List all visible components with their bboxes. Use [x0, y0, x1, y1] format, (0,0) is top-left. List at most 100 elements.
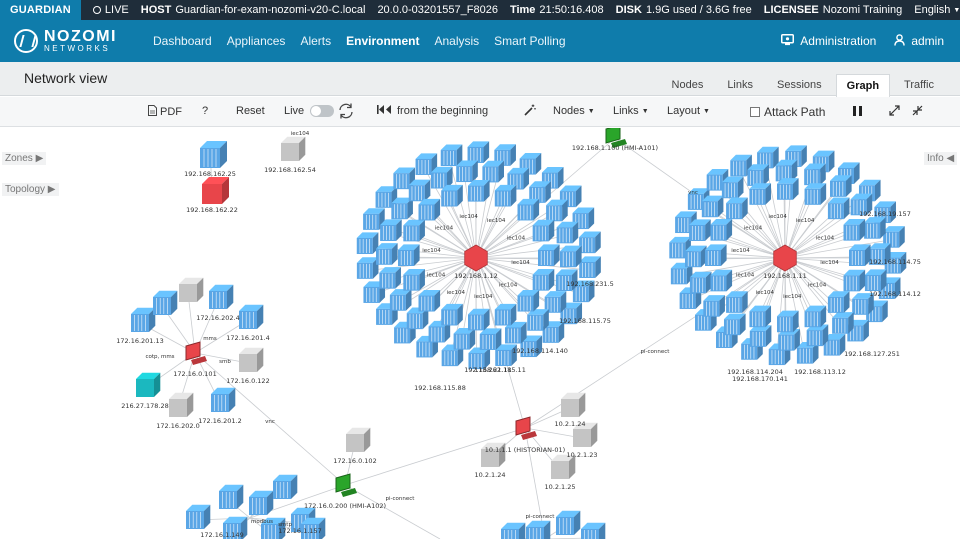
bottom-center-node[interactable]	[581, 522, 606, 539]
right-cluster-node[interactable]	[705, 244, 727, 266]
central-cluster-node[interactable]	[440, 144, 463, 167]
central-cluster-node[interactable]	[579, 256, 601, 278]
tab-graph[interactable]: Graph	[835, 74, 891, 98]
central-cluster-node[interactable]	[456, 160, 478, 183]
node-192-168-162-54[interactable]	[281, 136, 306, 161]
right-cluster-node[interactable]	[689, 271, 712, 294]
right-cluster-node[interactable]	[827, 197, 850, 220]
bottom-cluster-node[interactable]	[273, 474, 298, 499]
right-cluster-node[interactable]	[723, 313, 746, 336]
right-cluster-node[interactable]	[703, 295, 725, 317]
left-cluster-node[interactable]	[169, 392, 194, 417]
right-cluster-node[interactable]	[806, 324, 829, 347]
central-cluster-node[interactable]	[527, 309, 549, 331]
left-cluster-node[interactable]	[211, 387, 236, 412]
central-cluster-node[interactable]	[468, 308, 490, 331]
tab-sessions[interactable]: Sessions	[767, 74, 832, 98]
attack-path-checkbox[interactable]: Attack Path	[750, 105, 825, 119]
language-select[interactable]: English ▼	[914, 4, 960, 16]
central-cluster-node[interactable]	[441, 184, 463, 207]
node-192-168-162-22[interactable]	[202, 177, 229, 204]
nav-dashboard[interactable]: Dashboard	[153, 34, 212, 48]
help-button[interactable]: ?	[202, 105, 208, 117]
right-cluster-node[interactable]	[843, 269, 866, 292]
right-cluster-node[interactable]	[778, 329, 800, 351]
reset-button[interactable]: Reset	[236, 105, 265, 117]
right-cluster-node[interactable]	[701, 195, 724, 218]
left-cluster-node[interactable]	[239, 347, 264, 372]
node-172-16-0-102[interactable]	[346, 427, 371, 452]
central-cluster-node[interactable]	[559, 245, 582, 268]
bottom-cluster-node[interactable]	[249, 490, 274, 515]
central-cluster-node[interactable]	[517, 289, 540, 312]
nav-environment[interactable]: Environment	[346, 34, 419, 48]
central-cluster-node[interactable]	[546, 199, 568, 222]
right-cluster-node[interactable]	[830, 175, 852, 197]
node-10-2-1-24[interactable]	[561, 392, 586, 417]
right-cluster-node[interactable]	[804, 183, 827, 205]
pdf-button[interactable]: PDF	[148, 105, 182, 119]
right-cluster-node[interactable]	[726, 197, 748, 220]
nav-analysis[interactable]: Analysis	[434, 34, 479, 48]
right-cluster-node[interactable]	[832, 312, 854, 334]
layout-dropdown[interactable]: Layout ▼	[667, 105, 710, 117]
central-cluster-node[interactable]	[494, 184, 517, 207]
right-cluster-node[interactable]	[749, 325, 772, 347]
central-cluster-node[interactable]	[579, 231, 601, 254]
checkbox-box[interactable]	[750, 107, 760, 117]
central-cluster-node[interactable]	[538, 244, 560, 266]
historian-node[interactable]	[515, 416, 537, 440]
right-cluster-node[interactable]	[749, 305, 772, 328]
bottom-center-node[interactable]	[501, 522, 526, 539]
bottom-cluster-node[interactable]	[219, 484, 244, 509]
nozomi-logo[interactable]: NOZOMI NETWORKS	[14, 29, 136, 53]
from-beginning-button[interactable]: from the beginning	[377, 105, 488, 117]
central-cluster-node[interactable]	[356, 232, 379, 255]
right-cluster-node[interactable]	[726, 291, 748, 313]
node-192-168-162-25[interactable]	[200, 141, 227, 168]
hmi-a102-node[interactable]	[335, 473, 357, 497]
nav-alerts[interactable]: Alerts	[300, 34, 331, 48]
right-cluster-node[interactable]	[721, 176, 744, 199]
right-cluster-node[interactable]	[843, 219, 866, 241]
right-cluster-node[interactable]	[685, 245, 707, 268]
central-cluster-node[interactable]	[380, 219, 402, 241]
refresh-icon[interactable]	[337, 102, 355, 120]
central-cluster-node[interactable]	[379, 267, 401, 289]
tab-links[interactable]: Links	[717, 74, 763, 98]
compress-icon[interactable]	[912, 105, 923, 116]
right-cluster-node[interactable]	[804, 163, 826, 186]
right-cluster-node[interactable]	[689, 219, 711, 241]
user-menu[interactable]: admin	[894, 33, 944, 49]
central-cluster-node[interactable]	[356, 257, 379, 279]
live-toggle-switch[interactable]	[310, 105, 335, 117]
info-panel-toggle[interactable]: Info ◀	[924, 152, 958, 165]
topology-panel-toggle[interactable]: Topology ▶	[2, 183, 59, 196]
central-cluster-node[interactable]	[468, 180, 490, 202]
right-cluster-node[interactable]	[749, 183, 772, 205]
bottom-center-node[interactable]	[526, 520, 551, 539]
right-cluster-node[interactable]	[775, 159, 798, 182]
right-cluster-node[interactable]	[747, 164, 769, 186]
right-cluster-node[interactable]	[827, 291, 850, 313]
right-cluster-node[interactable]	[864, 269, 887, 292]
magic-wand-icon[interactable]	[524, 104, 536, 116]
left-cluster-node[interactable]	[239, 304, 264, 329]
central-cluster-node[interactable]	[467, 141, 490, 163]
right-cluster-node[interactable]	[849, 244, 871, 266]
network-graph-canvas[interactable]: iec104 iec104 iec104 iec104 iec104 iec104 iec1…	[0, 128, 960, 539]
node-172-16-0-101[interactable]	[185, 341, 207, 365]
right-cluster-node[interactable]	[777, 310, 799, 333]
central-cluster-node[interactable]	[556, 221, 579, 244]
left-cluster-node[interactable]	[136, 372, 161, 397]
nav-smart-polling[interactable]: Smart Polling	[494, 34, 565, 48]
central-cluster-node[interactable]	[418, 198, 441, 221]
central-cluster-node[interactable]	[453, 327, 476, 350]
right-cluster-node[interactable]	[710, 269, 733, 292]
central-cluster-node[interactable]	[532, 219, 555, 242]
links-dropdown[interactable]: Links ▼	[613, 105, 649, 117]
central-cluster-node[interactable]	[441, 303, 463, 326]
left-cluster-node[interactable]	[153, 290, 178, 315]
live-toggle[interactable]: Live	[284, 105, 335, 117]
right-cluster-node[interactable]	[864, 217, 886, 239]
